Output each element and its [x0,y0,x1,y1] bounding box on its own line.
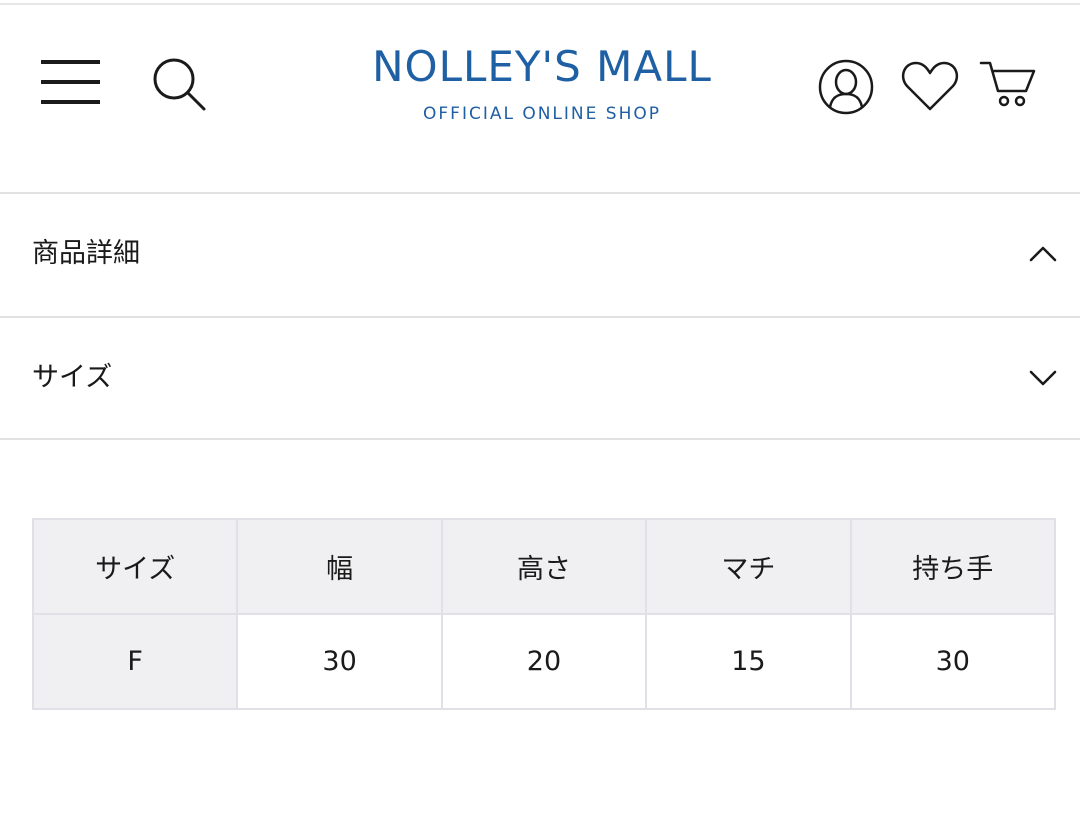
brand-tagline: OFFICIAL ONLINE SHOP [423,104,661,124]
accordion-item-product-details[interactable]: 商品詳細 [0,194,1080,316]
table-cell: 30 [236,613,443,710]
site-header: NOLLEY'S MALL OFFICIAL ONLINE SHOP [0,5,1080,193]
menu-icon[interactable] [40,57,102,107]
accordion-label-size: サイズ [32,362,113,393]
table-cell-size: F [31,613,239,710]
table-header-cell: 持ち手 [849,518,1057,615]
cart-icon[interactable] [978,57,1038,111]
table-cell: 20 [440,613,648,710]
table-header-cell: 幅 [236,518,443,615]
accordion-item-size[interactable]: サイズ [0,318,1080,440]
table-header-cell: サイズ [31,518,239,615]
search-icon[interactable] [150,55,208,113]
table-header-cell: 高さ [440,518,648,615]
table-cell: 30 [849,613,1057,710]
chevron-down-icon[interactable] [1028,366,1058,388]
brand-logo[interactable]: NOLLEY'S MALL OFFICIAL ONLINE SHOP [340,41,744,125]
table-header-row: サイズ 幅 高さ マチ 持ち手 [31,518,1057,615]
table-cell: 15 [645,613,852,710]
heart-icon[interactable] [900,59,960,113]
size-table: サイズ 幅 高さ マチ 持ち手 F 30 20 15 30 [31,518,1057,710]
accordion-divider [0,438,1080,440]
account-icon[interactable] [816,57,876,117]
chevron-up-icon[interactable] [1028,242,1058,264]
table-header-cell: マチ [645,518,852,615]
accordion-label-product-details: 商品詳細 [32,238,140,269]
brand-name: NOLLEY'S MALL [372,42,712,91]
table-row: F 30 20 15 30 [31,613,1057,710]
